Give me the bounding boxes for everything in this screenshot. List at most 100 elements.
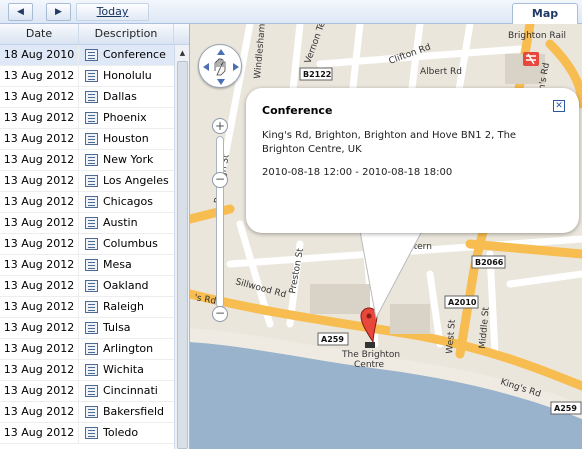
row-description-cell: Oakland xyxy=(79,276,174,297)
list-header: Date Description xyxy=(0,24,189,45)
row-description: Bakersfield xyxy=(103,405,165,418)
row-description-cell: Raleigh xyxy=(79,297,174,318)
document-icon xyxy=(85,364,98,376)
document-icon xyxy=(85,49,98,61)
document-icon xyxy=(85,301,98,313)
left-triangle-icon: ◀ xyxy=(17,7,24,17)
row-date: 13 Aug 2012 xyxy=(0,234,79,255)
row-date: 13 Aug 2012 xyxy=(0,339,79,360)
row-date: 13 Aug 2012 xyxy=(0,402,79,423)
table-row[interactable]: 13 Aug 2012 Mesa xyxy=(0,255,174,276)
document-icon xyxy=(85,259,98,271)
row-description: Honolulu xyxy=(103,69,152,82)
svg-text:A259: A259 xyxy=(321,335,344,344)
table-row[interactable]: 13 Aug 2012 Oakland xyxy=(0,276,174,297)
document-icon xyxy=(85,133,98,145)
map-panel[interactable]: Brighton Rail Vernon Ter Clifton Rd Albe… xyxy=(190,24,582,449)
svg-text:A259: A259 xyxy=(554,404,577,413)
minus-icon: − xyxy=(214,306,226,320)
row-description: Los Angeles xyxy=(103,174,169,187)
event-list-panel: Date Description 18 Aug 2010 Conference 13… xyxy=(0,24,190,449)
row-date: 13 Aug 2012 xyxy=(0,192,79,213)
table-row[interactable]: 18 Aug 2010 Conference xyxy=(0,45,174,66)
info-title: Conference xyxy=(262,104,333,117)
table-row[interactable]: 13 Aug 2012 Chicagos xyxy=(0,192,174,213)
pan-control[interactable] xyxy=(198,44,242,88)
row-date: 13 Aug 2012 xyxy=(0,150,79,171)
document-icon xyxy=(85,196,98,208)
table-row[interactable]: 13 Aug 2012 Houston xyxy=(0,129,174,150)
list-scrollbar[interactable]: ▲ xyxy=(174,45,189,449)
tab-map[interactable]: Map xyxy=(512,3,578,24)
table-row[interactable]: 13 Aug 2012 Los Angeles xyxy=(0,171,174,192)
row-description: Dallas xyxy=(103,90,137,103)
table-row[interactable]: 13 Aug 2012 Cincinnati xyxy=(0,381,174,402)
table-row[interactable]: 13 Aug 2012 Phoenix xyxy=(0,108,174,129)
today-button[interactable]: Today xyxy=(76,3,149,21)
row-description-cell: Mesa xyxy=(79,255,174,276)
table-row[interactable]: 13 Aug 2012 Toledo xyxy=(0,423,174,444)
document-icon xyxy=(85,91,98,103)
zoom-slider-handle[interactable]: − xyxy=(212,172,228,188)
column-header-description[interactable]: Description xyxy=(79,24,174,45)
row-date: 13 Aug 2012 xyxy=(0,255,79,276)
document-icon xyxy=(85,427,98,439)
row-description: Phoenix xyxy=(103,111,147,124)
zoom-out-button[interactable]: − xyxy=(212,306,228,322)
table-row[interactable]: 13 Aug 2012 Bakersfield xyxy=(0,402,174,423)
table-row[interactable]: 13 Aug 2012 Arlington xyxy=(0,339,174,360)
row-description-cell: Conference xyxy=(79,45,174,66)
shield-b2066: B2066 xyxy=(471,255,506,269)
row-description-cell: Chicagos xyxy=(79,192,174,213)
row-description: Toledo xyxy=(103,426,139,439)
row-date: 13 Aug 2012 xyxy=(0,276,79,297)
row-description-cell: Cincinnati xyxy=(79,381,174,402)
label-albert-rd: Albert Rd xyxy=(420,67,462,77)
row-date: 13 Aug 2012 xyxy=(0,108,79,129)
row-description: Conference xyxy=(103,48,166,61)
row-date: 13 Aug 2012 xyxy=(0,360,79,381)
table-row[interactable]: 13 Aug 2012 Tulsa xyxy=(0,318,174,339)
marker-label-line2: Centre xyxy=(354,360,385,370)
table-row[interactable]: 13 Aug 2012 Austin xyxy=(0,213,174,234)
row-date: 13 Aug 2012 xyxy=(0,213,79,234)
row-description-cell: Arlington xyxy=(79,339,174,360)
prev-button[interactable]: ◀ xyxy=(8,3,33,21)
svg-text:B2066: B2066 xyxy=(475,258,504,267)
scroll-up-icon[interactable]: ▲ xyxy=(175,45,189,61)
document-icon xyxy=(85,217,98,229)
table-row[interactable]: 13 Aug 2012 Dallas xyxy=(0,87,174,108)
column-header-date[interactable]: Date xyxy=(0,24,79,45)
minus-icon: − xyxy=(214,172,226,186)
row-description: Raleigh xyxy=(103,300,144,313)
row-description: Mesa xyxy=(103,258,132,271)
shield-a259-left: A259 xyxy=(317,332,349,346)
table-row[interactable]: 13 Aug 2012 Honolulu xyxy=(0,66,174,87)
scrollbar-thumb[interactable] xyxy=(177,61,188,449)
zoom-in-button[interactable]: + xyxy=(212,118,228,134)
zoom-slider-track[interactable] xyxy=(216,136,224,308)
row-description-cell: Columbus xyxy=(79,234,174,255)
table-row[interactable]: 13 Aug 2012 Raleigh xyxy=(0,297,174,318)
table-row[interactable]: 13 Aug 2012 Wichita xyxy=(0,360,174,381)
row-description: Tulsa xyxy=(103,321,131,334)
row-description: New York xyxy=(103,153,154,166)
document-icon xyxy=(85,154,98,166)
row-description-cell: Tulsa xyxy=(79,318,174,339)
label-brighton-rail: Brighton Rail xyxy=(508,31,566,41)
info-time: 2010-08-18 12:00 - 2010-08-18 18:00 xyxy=(262,167,453,178)
table-row[interactable]: 13 Aug 2012 New York xyxy=(0,150,174,171)
row-date: 13 Aug 2012 xyxy=(0,381,79,402)
row-description: Houston xyxy=(103,132,149,145)
close-icon[interactable]: ✕ xyxy=(553,100,565,112)
info-window: Conference King's Rd, Brighton, Brighton… xyxy=(246,88,579,233)
top-toolbar: ◀ ▶ Today Map xyxy=(0,0,582,24)
row-description: Columbus xyxy=(103,237,158,250)
table-row[interactable]: 13 Aug 2012 Columbus xyxy=(0,234,174,255)
shield-a2010: A2010 xyxy=(444,295,479,309)
svg-text:B2122: B2122 xyxy=(303,70,331,79)
next-button[interactable]: ▶ xyxy=(46,3,71,21)
row-date: 13 Aug 2012 xyxy=(0,318,79,339)
document-icon xyxy=(85,175,98,187)
document-icon xyxy=(85,385,98,397)
